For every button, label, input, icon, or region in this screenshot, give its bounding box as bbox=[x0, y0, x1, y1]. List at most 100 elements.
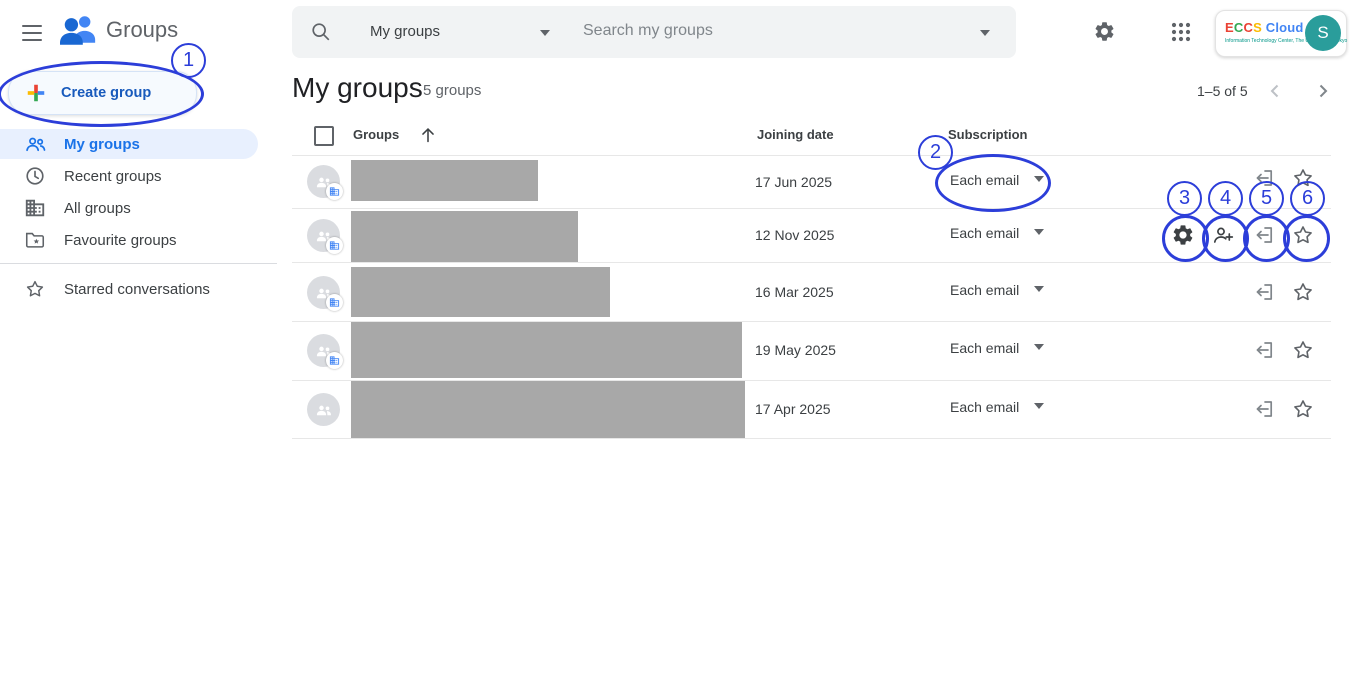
row-divider bbox=[292, 208, 1331, 209]
product-name: Groups bbox=[106, 17, 178, 43]
avatar-badge-building-icon bbox=[326, 183, 343, 200]
subscription-dropdown[interactable]: Each email bbox=[950, 340, 1019, 356]
google-groups-page: Groups My groups Search my groups ECCS C… bbox=[0, 0, 1363, 675]
add-member-button[interactable] bbox=[1211, 223, 1235, 252]
subscription-dropdown[interactable]: Each email bbox=[950, 282, 1019, 298]
search-options-caret-icon[interactable] bbox=[980, 30, 990, 36]
annotation-badge-4: 4 bbox=[1208, 181, 1243, 216]
search-bar: My groups Search my groups bbox=[292, 6, 1016, 58]
groups-count: 5 groups bbox=[423, 82, 481, 99]
groups-home-link[interactable]: Groups bbox=[60, 14, 178, 45]
clock-icon bbox=[24, 165, 48, 187]
chevron-right-icon bbox=[1311, 79, 1335, 103]
leave-group-button[interactable] bbox=[1252, 280, 1276, 309]
group-avatar bbox=[307, 334, 340, 367]
subscription-dropdown[interactable]: Each email bbox=[950, 172, 1019, 188]
column-header-groups[interactable]: Groups bbox=[353, 127, 399, 142]
column-header-joining-date[interactable]: Joining date bbox=[757, 127, 834, 142]
leave-group-button[interactable] bbox=[1252, 397, 1276, 426]
redacted-group-name[interactable] bbox=[351, 160, 538, 201]
redacted-group-name[interactable] bbox=[351, 381, 745, 438]
row-divider bbox=[292, 262, 1331, 263]
redacted-group-name[interactable] bbox=[351, 322, 742, 378]
redacted-group-name[interactable] bbox=[351, 211, 578, 262]
sidebar-item-favourite-groups[interactable]: Favourite groups bbox=[0, 225, 258, 255]
avatar-badge-building-icon bbox=[326, 294, 343, 311]
leave-group-button[interactable] bbox=[1252, 223, 1276, 252]
search-icon[interactable] bbox=[310, 21, 332, 48]
avatar-badge-building-icon bbox=[326, 237, 343, 254]
page-title: My groups bbox=[292, 72, 423, 104]
star-icon bbox=[1291, 280, 1315, 304]
leave-group-icon bbox=[1252, 166, 1276, 190]
settings-gear-icon[interactable] bbox=[1093, 20, 1116, 48]
dropdown-caret-icon[interactable] bbox=[1034, 344, 1044, 350]
sidebar-item-my-groups[interactable]: My groups bbox=[0, 129, 258, 159]
group-avatar bbox=[307, 393, 340, 426]
subscription-dropdown[interactable]: Each email bbox=[950, 225, 1019, 241]
column-header-subscription[interactable]: Subscription bbox=[948, 127, 1027, 142]
sidebar-item-recent-groups[interactable]: Recent groups bbox=[0, 161, 258, 191]
group-avatar bbox=[307, 165, 340, 198]
sort-ascending-icon[interactable] bbox=[417, 124, 439, 151]
redacted-group-name[interactable] bbox=[351, 267, 610, 317]
building-icon bbox=[24, 197, 48, 219]
star-button[interactable] bbox=[1291, 166, 1315, 195]
star-button[interactable] bbox=[1291, 223, 1315, 252]
dropdown-caret-icon[interactable] bbox=[1034, 286, 1044, 292]
pagination-label: 1–5 of 5 bbox=[1197, 83, 1248, 99]
next-page-button[interactable] bbox=[1311, 79, 1335, 108]
sidebar-item-label: Favourite groups bbox=[64, 232, 177, 249]
star-button[interactable] bbox=[1291, 338, 1315, 367]
hamburger-menu-button[interactable] bbox=[18, 18, 50, 50]
dropdown-caret-icon[interactable] bbox=[1034, 176, 1044, 182]
joining-date: 17 Jun 2025 bbox=[755, 174, 832, 190]
star-button[interactable] bbox=[1291, 280, 1315, 309]
people-icon bbox=[24, 133, 48, 156]
leave-group-icon bbox=[1252, 280, 1276, 304]
folder-star-icon bbox=[24, 229, 48, 251]
sidebar-item-all-groups[interactable]: All groups bbox=[0, 193, 258, 223]
star-icon bbox=[24, 278, 48, 300]
star-icon bbox=[1291, 397, 1315, 421]
eccs-cloud-mail-badge[interactable]: ECCS Cloud Mail Information Technology C… bbox=[1215, 10, 1347, 57]
leave-group-icon bbox=[1252, 338, 1276, 362]
apps-grid-button[interactable] bbox=[1169, 20, 1193, 49]
leave-group-icon bbox=[1252, 223, 1276, 247]
group-settings-button[interactable] bbox=[1171, 223, 1195, 252]
account-avatar[interactable]: S bbox=[1305, 15, 1341, 51]
joining-date: 12 Nov 2025 bbox=[755, 227, 834, 243]
scope-caret-icon[interactable] bbox=[540, 30, 550, 36]
sidebar-item-label: My groups bbox=[64, 136, 140, 153]
prev-page-button[interactable] bbox=[1263, 79, 1287, 108]
select-all-checkbox[interactable] bbox=[314, 126, 334, 146]
leave-group-button[interactable] bbox=[1252, 166, 1276, 195]
joining-date: 19 May 2025 bbox=[755, 342, 836, 358]
leave-group-button[interactable] bbox=[1252, 338, 1276, 367]
joining-date: 17 Apr 2025 bbox=[755, 401, 831, 417]
chevron-left-icon bbox=[1263, 79, 1287, 103]
dropdown-caret-icon[interactable] bbox=[1034, 403, 1044, 409]
search-input[interactable]: Search my groups bbox=[583, 22, 713, 40]
star-icon bbox=[1291, 338, 1315, 362]
star-button[interactable] bbox=[1291, 397, 1315, 426]
groups-logo-icon bbox=[60, 14, 98, 45]
gear-icon bbox=[1171, 223, 1195, 247]
create-group-label: Create group bbox=[61, 85, 151, 101]
subscription-dropdown[interactable]: Each email bbox=[950, 399, 1019, 415]
sidebar-item-starred-conversations[interactable]: Starred conversations bbox=[0, 274, 258, 304]
dropdown-caret-icon[interactable] bbox=[1034, 229, 1044, 235]
avatar-badge-building-icon bbox=[326, 352, 343, 369]
star-icon bbox=[1291, 223, 1315, 247]
group-avatar bbox=[307, 219, 340, 252]
plus-icon bbox=[25, 82, 47, 104]
joining-date: 16 Mar 2025 bbox=[755, 284, 834, 300]
sidebar-item-label: Recent groups bbox=[64, 168, 162, 185]
row-divider bbox=[292, 155, 1331, 156]
sidebar-divider bbox=[0, 263, 277, 264]
annotation-badge-3: 3 bbox=[1167, 181, 1202, 216]
search-scope-select[interactable]: My groups bbox=[370, 23, 440, 40]
create-group-button[interactable]: Create group bbox=[8, 71, 197, 115]
star-icon bbox=[1291, 166, 1315, 190]
group-avatar bbox=[307, 276, 340, 309]
